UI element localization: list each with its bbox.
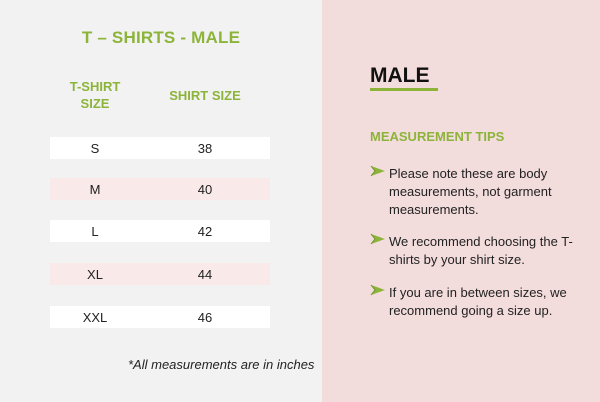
- shirt-size-cell: 38: [197, 141, 213, 156]
- tip-text: If you are in between sizes, we recommen…: [389, 285, 567, 318]
- size-chart-panel: T – SHIRTS - MALE T-SHIRT SIZE SHIRT SIZ…: [0, 0, 322, 402]
- column-header-tshirt-size: T-SHIRT SIZE: [50, 78, 140, 112]
- column-header-line: T-SHIRT: [69, 79, 121, 94]
- tshirt-size-cell: XXL: [82, 310, 108, 325]
- table-row: M 40: [50, 178, 270, 200]
- tip-item: We recommend choosing the T-shirts by yo…: [370, 233, 580, 269]
- chart-title: T – SHIRTS - MALE: [81, 28, 241, 47]
- table-row: XL 44: [50, 263, 270, 285]
- tips-heading: MEASUREMENT TIPS: [370, 129, 505, 144]
- tshirt-size-cell: M: [89, 182, 101, 197]
- shirt-size-cell: 46: [197, 310, 213, 325]
- check-arrow-icon: [370, 284, 385, 296]
- title-underline: [370, 88, 438, 91]
- column-header-shirt-size: SHIRT SIZE: [169, 88, 241, 103]
- section-title-male: MALE: [370, 64, 430, 87]
- check-arrow-icon: [370, 165, 385, 177]
- table-row: XXL 46: [50, 306, 270, 328]
- tip-item: Please note these are body measurements,…: [370, 165, 580, 219]
- shirt-size-cell: 40: [197, 182, 213, 197]
- shirt-size-cell: 42: [197, 224, 213, 239]
- tip-text: Please note these are body measurements,…: [389, 166, 552, 217]
- tshirt-size-cell: S: [90, 141, 100, 156]
- column-header-line: SIZE: [80, 96, 110, 111]
- tshirt-size-cell: L: [91, 224, 99, 239]
- measurement-note: *All measurements are in inches: [128, 357, 315, 372]
- tip-item: If you are in between sizes, we recommen…: [370, 284, 580, 320]
- check-arrow-icon: [370, 233, 385, 245]
- table-row: L 42: [50, 220, 270, 242]
- shirt-size-cell: 44: [197, 267, 213, 282]
- tshirt-size-cell: XL: [87, 267, 103, 282]
- tip-text: We recommend choosing the T-shirts by yo…: [389, 234, 573, 267]
- table-row: S 38: [50, 137, 270, 159]
